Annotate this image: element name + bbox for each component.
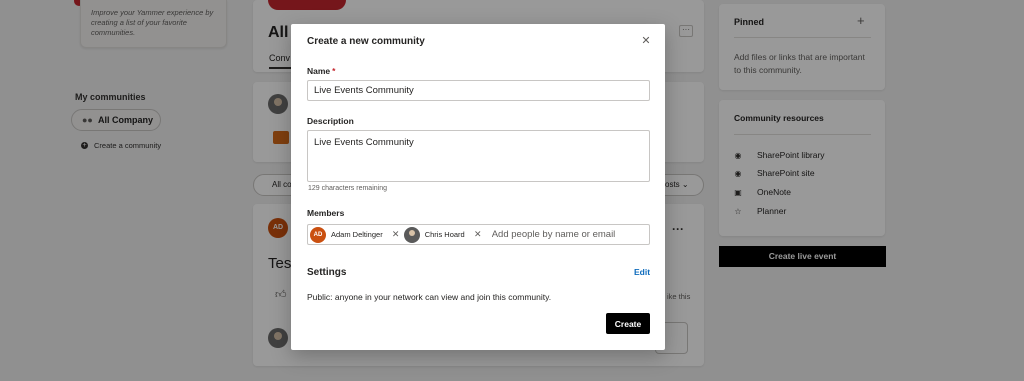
settings-title: Settings [307,267,347,278]
description-input[interactable]: Live Events Community [307,130,650,182]
dialog-title: Create a new community [307,36,425,47]
close-icon[interactable]: ✕ [640,35,652,47]
name-input[interactable] [307,80,650,101]
members-field[interactable]: AD Adam Deltinger ✕ Chris Hoard ✕ [307,224,650,245]
edit-settings-link[interactable]: Edit [634,267,650,277]
member-avatar: AD [310,226,326,243]
member-chip: AD Adam Deltinger ✕ [310,226,404,243]
member-name: Chris Hoard [424,230,465,239]
member-chip: Chris Hoard ✕ [403,226,486,243]
member-name: Adam Deltinger [331,230,383,239]
characters-remaining: 129 characters remaining [308,185,387,192]
name-label: Name * [307,66,335,76]
remove-member-icon[interactable]: ✕ [474,229,482,240]
privacy-description: Public: anyone in your network can view … [307,292,552,302]
create-community-dialog: Create a new community ✕ Name* Descripti… [291,24,665,350]
description-label: Description [307,116,354,126]
create-button[interactable]: Create [606,313,650,334]
members-label: Members [307,208,345,218]
member-avatar [403,226,420,243]
required-marker: * [332,66,336,76]
members-search-input[interactable] [491,229,622,240]
name-label-text: Name [307,66,331,76]
remove-member-icon[interactable]: ✕ [392,229,400,240]
